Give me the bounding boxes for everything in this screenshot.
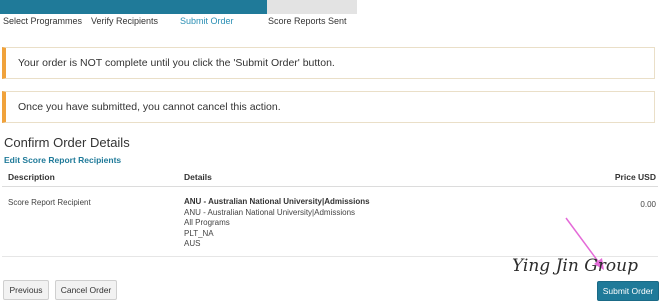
row-details: ANU - Australian National University|Adm… — [184, 197, 484, 250]
step-verify-recipients: Verify Recipients — [91, 16, 159, 26]
progress-completed — [0, 0, 267, 14]
alert-order-incomplete-text: Your order is NOT complete until you cli… — [18, 57, 335, 69]
cancel-order-button[interactable]: Cancel Order — [55, 280, 117, 300]
previous-button[interactable]: Previous — [3, 280, 49, 300]
section-title: Confirm Order Details — [4, 135, 130, 150]
column-header-description: Description — [8, 172, 55, 182]
alert-no-cancel: Once you have submitted, you cannot canc… — [2, 91, 655, 123]
table-header-divider — [2, 186, 658, 187]
row-details-line: All Programs — [184, 218, 230, 227]
step-select-programmes: Select Programmes — [3, 16, 83, 26]
progress-remaining — [267, 0, 357, 14]
alert-order-incomplete: Your order is NOT complete until you cli… — [2, 47, 655, 79]
step-score-reports-sent: Score Reports Sent — [268, 16, 347, 26]
alert-no-cancel-text: Once you have submitted, you cannot canc… — [18, 101, 281, 113]
column-header-price: Price USD — [614, 172, 656, 182]
watermark-text: Ying Jin Group — [512, 256, 638, 276]
row-details-title: ANU - Australian National University|Adm… — [184, 197, 370, 206]
submit-order-button[interactable]: Submit Order — [597, 281, 659, 301]
step-submit-order: Submit Order — [180, 16, 234, 26]
progress-steps: Select Programmes Verify Recipients Subm… — [0, 16, 400, 30]
row-details-line: PLT_NA — [184, 228, 214, 238]
row-details-line: ANU - Australian National University|Adm… — [184, 207, 356, 217]
progress-bar — [0, 0, 357, 16]
column-header-details: Details — [184, 172, 212, 182]
row-price: 0.00 — [640, 200, 656, 209]
edit-recipients-link[interactable]: Edit Score Report Recipients — [4, 155, 121, 165]
row-description: Score Report Recipient — [8, 198, 91, 207]
row-details-line: AUS — [184, 239, 201, 248]
